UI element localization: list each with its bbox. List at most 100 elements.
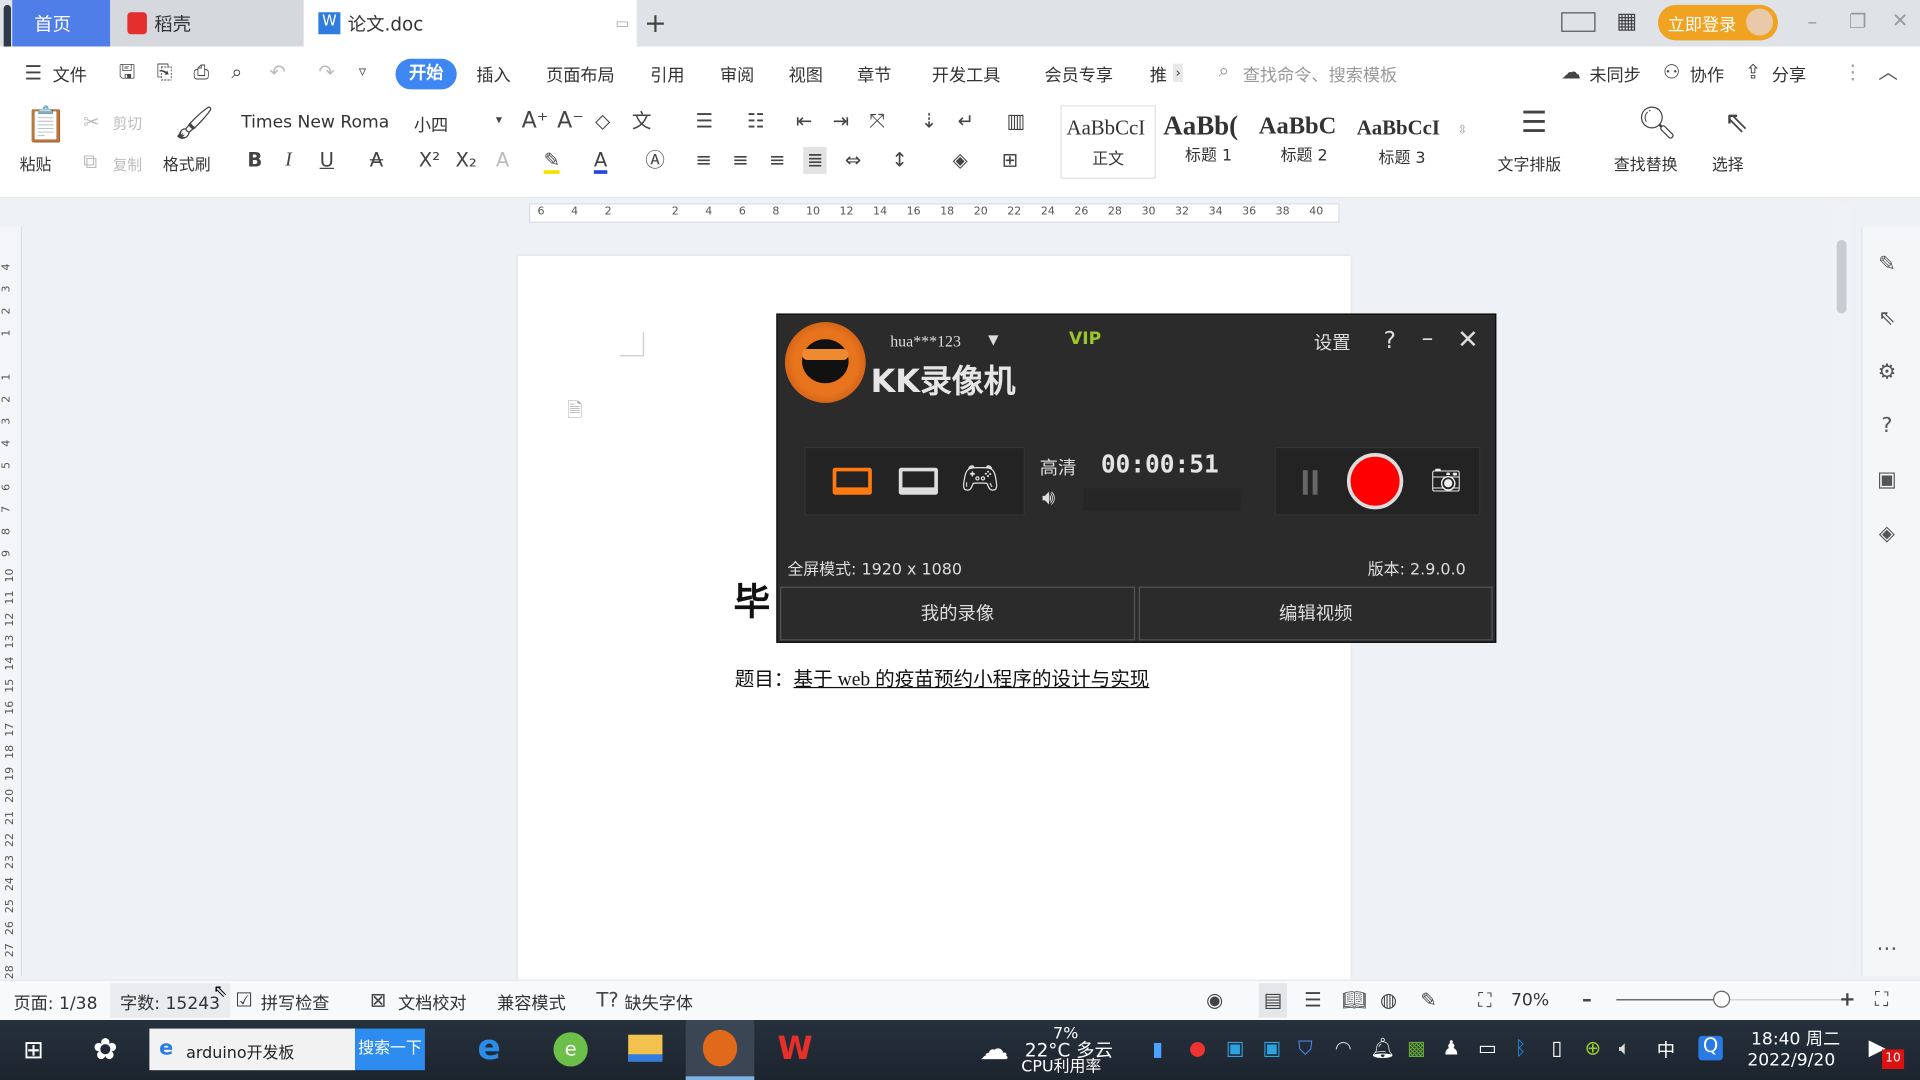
table-grid-icon[interactable]: ▥	[1007, 111, 1026, 131]
zoom-slider-handle[interactable]	[1713, 990, 1731, 1008]
nvidia-icon[interactable]: ▩	[1407, 1038, 1426, 1058]
tab-home[interactable]: 首页	[12, 0, 111, 47]
usb-eject-icon[interactable]: ▯	[1551, 1038, 1562, 1058]
export-pdf-icon[interactable]: ⎘	[157, 62, 173, 82]
user-dropdown-icon[interactable]: ▼	[988, 332, 998, 348]
align-right-icon[interactable]: ≡	[769, 150, 785, 171]
grow-font-icon[interactable]: A⁺	[522, 110, 549, 132]
sync-button[interactable]: 未同步	[1589, 62, 1640, 86]
tab-docer[interactable]: 稻壳	[110, 0, 304, 47]
indent-icon[interactable]: ⇥	[833, 111, 849, 131]
print-preview-icon[interactable]: ⌕	[231, 62, 242, 82]
quality-label[interactable]: 高清	[1040, 454, 1077, 480]
shield-icon[interactable]: ⛉	[1298, 1038, 1313, 1058]
font-family-select[interactable]: Times New Roma	[241, 113, 389, 133]
volume-bar[interactable]	[1083, 488, 1241, 511]
bullet-list-icon[interactable]: ☰	[696, 111, 714, 131]
location-icon[interactable]: ◈	[1873, 522, 1900, 549]
360-browser-icon[interactable]: e	[553, 1032, 588, 1067]
kk-taskbar-button[interactable]	[685, 1020, 755, 1080]
font-size-select[interactable]: 小四	[414, 113, 448, 137]
wps-icon[interactable]: W	[778, 1033, 813, 1065]
write-view-icon[interactable]: ✎	[1420, 990, 1436, 1011]
font-color-icon[interactable]: A	[593, 150, 608, 174]
help-icon[interactable]: ?	[1873, 414, 1900, 441]
kk-username[interactable]: hua***123	[890, 332, 961, 352]
screenshot-camera-icon[interactable]: 📷︎	[1430, 465, 1461, 494]
word-count[interactable]: 字数: 15243	[110, 983, 230, 1018]
chevron-down-icon[interactable]: ▾	[496, 114, 502, 127]
paste-icon[interactable]: 📋	[24, 107, 67, 142]
task-view-icon[interactable]: ✿	[93, 1035, 118, 1064]
customize-icon[interactable]: ▿	[359, 64, 366, 79]
kk-close-button[interactable]: ✕	[1457, 324, 1479, 353]
more-tabs-icon[interactable]: ›	[1173, 63, 1184, 83]
page-view-icon[interactable]: ▤	[1258, 983, 1288, 1018]
game-mode-icon[interactable]: 🎮︎	[960, 460, 1000, 497]
more-options-icon[interactable]: ⋯	[1873, 937, 1900, 964]
command-search-input[interactable]: 查找命令、搜索模板	[1243, 62, 1397, 86]
zoom-slider[interactable]	[1616, 990, 1842, 1008]
zoom-out-icon[interactable]: –	[1582, 989, 1592, 1009]
bluetooth-icon[interactable]: ᛒ	[1515, 1038, 1527, 1058]
align-left-icon[interactable]: ≡	[696, 150, 712, 171]
align-center-icon[interactable]: ≡	[732, 150, 748, 171]
bell-icon[interactable]: 🔔︎	[1370, 1038, 1395, 1058]
image-tool-icon[interactable]: ▣	[1873, 468, 1900, 495]
pinyin-icon[interactable]: 文	[632, 111, 652, 131]
new-tab-button[interactable]: +	[644, 0, 667, 47]
format-painter-button[interactable]: 格式刷	[163, 152, 211, 175]
menu-file[interactable]: 文件	[53, 62, 87, 86]
menu-tab-layout[interactable]: 页面布局	[546, 62, 615, 86]
styles-more-icon[interactable]: ⇳	[1457, 124, 1467, 137]
pointer-icon[interactable]: ⇖	[1873, 306, 1900, 333]
file-explorer-icon[interactable]	[628, 1034, 663, 1062]
highlight-icon[interactable]: ✎	[543, 150, 561, 174]
subscript-icon[interactable]: X₂	[456, 150, 477, 171]
paste-button[interactable]: 粘贴	[20, 152, 52, 175]
numbered-list-icon[interactable]: ☷	[747, 111, 765, 131]
copy-button[interactable]: 复制	[113, 154, 142, 175]
horizontal-ruler[interactable]: 6 4 2 2 4 6 8 10 12 14 16 18 20 22 24 26 28 30 32 34 36 38 40	[528, 203, 1340, 223]
menu-tab-insert[interactable]: 插入	[476, 62, 510, 86]
battery-icon[interactable]: ▭	[1478, 1038, 1497, 1058]
menu-tab-chapter[interactable]: 章节	[857, 62, 891, 86]
web-view-icon[interactable]: ◍	[1380, 990, 1397, 1011]
sync-tray-icon-2[interactable]: ▣	[1262, 1038, 1281, 1058]
menu-tab-recommend[interactable]: 推	[1150, 62, 1167, 86]
superscript-icon[interactable]: X²	[419, 150, 440, 171]
edit-pen-icon[interactable]: ✎	[1873, 252, 1900, 279]
search-tray-icon[interactable]: Q	[1698, 1035, 1723, 1061]
record-button[interactable]	[1346, 453, 1404, 510]
restore-icon[interactable]: ❐	[1849, 12, 1867, 32]
pause-button[interactable]	[1302, 470, 1318, 495]
undo-icon[interactable]: ↶	[269, 62, 285, 82]
proofread-button[interactable]: 文档校对	[398, 991, 467, 1015]
cut-button[interactable]: 剪切	[113, 113, 142, 134]
adjust-icon[interactable]: ⚙	[1873, 360, 1900, 387]
menu-tab-member[interactable]: 会员专享	[1044, 62, 1113, 86]
italic-icon[interactable]: I	[285, 150, 292, 171]
outline-view-icon[interactable]: ☰	[1304, 990, 1322, 1011]
collab-button[interactable]: 协作	[1690, 62, 1724, 86]
text-effect-icon[interactable]: A	[496, 150, 509, 171]
zoom-level[interactable]: 70%	[1511, 991, 1549, 1011]
fullscreen-mode-icon[interactable]	[832, 467, 872, 495]
taskbar-search-button[interactable]: 搜索一下	[355, 1028, 425, 1071]
page-indicator[interactable]: 页面: 1/38	[13, 991, 97, 1015]
line-spacing-icon[interactable]: ↕	[891, 150, 907, 171]
login-button[interactable]: 立即登录	[1657, 4, 1778, 41]
read-view-icon[interactable]: 📖︎	[1342, 990, 1367, 1011]
eye-protection-icon[interactable]: ◉	[1206, 990, 1223, 1011]
compat-mode-label[interactable]: 兼容模式	[497, 991, 566, 1015]
more-icon[interactable]: ⋮	[1843, 62, 1863, 82]
close-icon[interactable]: ✕	[1892, 10, 1908, 31]
style-normal[interactable]: AaBbCcI 正文	[1060, 105, 1156, 179]
kk-minimize-button[interactable]: –	[1422, 324, 1434, 351]
print-icon[interactable]: ⎙	[193, 62, 209, 82]
volume-icon[interactable]: 🔊︎	[1042, 486, 1055, 510]
outdent-icon[interactable]: ⇤	[796, 111, 812, 131]
style-heading-2[interactable]: AaBbC 标题 2	[1259, 105, 1350, 178]
windows-start-icon[interactable]: ⊞	[23, 1037, 44, 1061]
find-replace-button[interactable]: 查找替换	[1614, 152, 1678, 175]
